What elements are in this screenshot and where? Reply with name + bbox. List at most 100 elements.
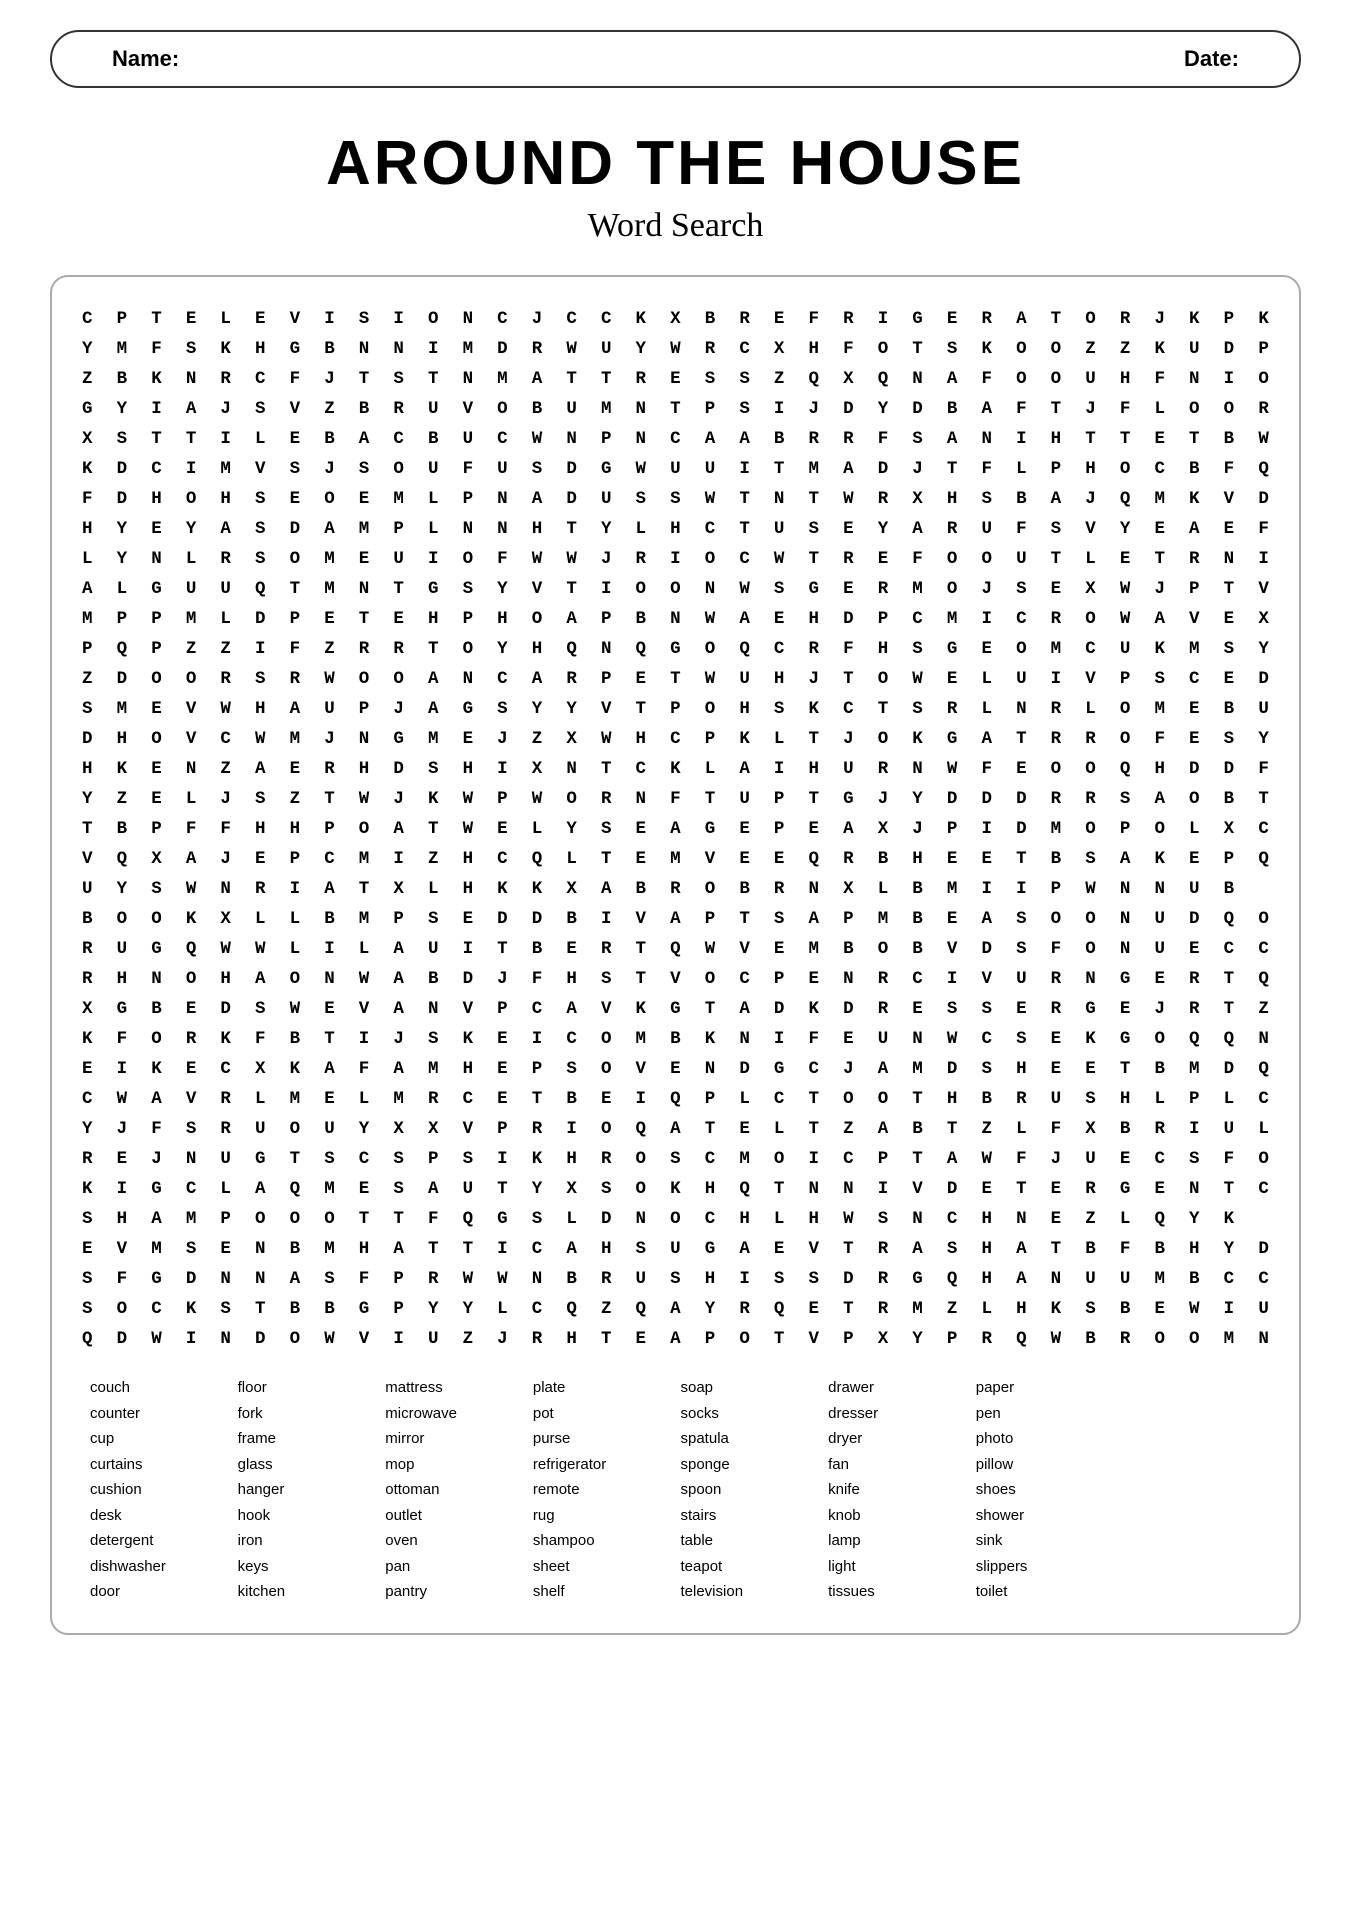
grid-cell: C [208,725,243,755]
grid-cell: O [1004,365,1039,395]
grid-cell: I [866,1175,901,1205]
grid-cell: L [1177,815,1212,845]
grid-cell: E [796,1295,831,1325]
grid-cell: D [935,1175,970,1205]
grid-cell: C [796,1055,831,1085]
grid-cell: T [693,1115,728,1145]
grid-cell: I [796,1145,831,1175]
grid-cell: W [554,545,589,575]
grid-cell: X [70,995,105,1025]
grid-cell: A [1039,485,1074,515]
grid-cell: O [866,1085,901,1115]
grid-cell: C [1246,1175,1281,1205]
grid-cell: T [1039,305,1074,335]
grid-cell: O [174,965,209,995]
grid-cell: T [416,365,451,395]
grid-cell: Z [589,1295,624,1325]
grid-cell: F [1039,1115,1074,1145]
grid-cell: P [520,1055,555,1085]
grid-cell: O [1177,785,1212,815]
grid-cell: N [900,755,935,785]
grid-cell: T [347,605,382,635]
grid-cell: W [693,665,728,695]
grid-cell: E [1108,995,1143,1025]
grid-cell: H [554,965,589,995]
grid-cell: I [1212,1295,1247,1325]
grid-cell: R [727,305,762,335]
grid-cell: P [1108,665,1143,695]
grid-cell: B [520,935,555,965]
grid-cell: W [451,1265,486,1295]
grid-cell: L [969,695,1004,725]
grid-cell: O [1073,755,1108,785]
word-item: couch [90,1375,228,1401]
grid-cell: W [831,485,866,515]
grid-cell: W [624,455,659,485]
grid-cell: M [312,575,347,605]
grid-cell: U [105,935,140,965]
grid-cell: Y [70,335,105,365]
grid-cell: Q [727,635,762,665]
grid-cell: C [935,1205,970,1235]
grid-cell: O [1039,905,1074,935]
grid-cell: J [381,695,416,725]
grid-cell: I [451,935,486,965]
grid-cell: S [1108,785,1143,815]
grid-cell: W [485,1265,520,1295]
grid-cell: S [243,785,278,815]
grid-cell: E [727,1115,762,1145]
grid-cell: B [312,335,347,365]
word-item: outlet [385,1503,523,1529]
grid-cell: B [554,1265,589,1295]
grid-cell: X [381,1115,416,1145]
grid-cell: B [416,425,451,455]
grid-cell: O [1039,755,1074,785]
grid-cell: H [969,1205,1004,1235]
grid-cell: D [1177,755,1212,785]
grid-cell: A [1177,515,1212,545]
grid-cell: D [485,905,520,935]
grid-cell: O [312,1205,347,1235]
grid-cell: M [312,1235,347,1265]
grid-cell: J [520,305,555,335]
grid-cell: N [658,605,693,635]
grid-cell: P [451,605,486,635]
grid-cell: A [520,485,555,515]
grid-cell: P [105,305,140,335]
grid-cell: P [485,995,520,1025]
grid-cell: A [243,1175,278,1205]
grid-cell: N [831,1175,866,1205]
grid-cell: C [70,1085,105,1115]
grid-cell: Z [520,725,555,755]
grid-cell: O [1108,695,1143,725]
grid-cell: V [451,995,486,1025]
grid-cell: T [831,1295,866,1325]
grid-cell: A [381,935,416,965]
grid-cell: T [693,995,728,1025]
grid-cell: A [243,965,278,995]
grid-cell: M [208,455,243,485]
grid-cell: A [693,425,728,455]
grid-cell: M [1177,1055,1212,1085]
grid-cell: U [866,1025,901,1055]
grid-cell: V [1177,605,1212,635]
grid-cell: C [1246,935,1281,965]
grid-cell: M [658,845,693,875]
word-item: cushion [90,1477,228,1503]
grid-cell: E [139,785,174,815]
grid-cell: A [589,875,624,905]
grid-cell: A [969,905,1004,935]
grid-cell: H [451,845,486,875]
grid-cell: G [451,695,486,725]
grid-cell: M [105,335,140,365]
grid-cell: E [796,815,831,845]
grid-cell: K [624,995,659,1025]
grid-cell: R [831,545,866,575]
word-item: pen [976,1401,1114,1427]
word-list-col: couchcountercupcurtainscushiondeskdeterg… [90,1375,228,1605]
grid-cell: C [485,425,520,455]
grid-cell: B [658,1025,693,1055]
grid-cell: L [1246,1115,1281,1145]
word-item: floor [238,1375,376,1401]
grid-cell: D [831,1265,866,1295]
